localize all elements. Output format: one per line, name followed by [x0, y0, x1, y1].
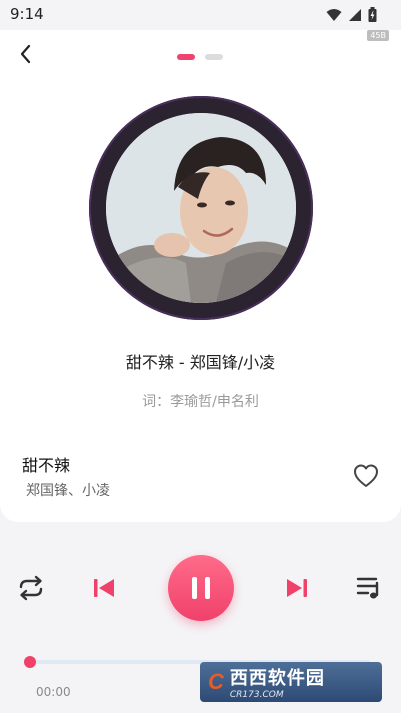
back-button[interactable] — [12, 40, 40, 68]
like-button[interactable] — [352, 462, 380, 490]
status-bar: 9:14 — [0, 0, 401, 30]
song-name: 甜不辣 — [22, 456, 71, 475]
next-button[interactable] — [285, 576, 309, 600]
status-icons — [326, 7, 377, 22]
battery-icon — [368, 7, 377, 22]
page-dot-active[interactable] — [177, 54, 195, 60]
progress-thumb[interactable] — [24, 656, 36, 668]
page-dot-inactive[interactable] — [205, 54, 223, 60]
current-time: 00:00 — [36, 685, 71, 699]
watermark-title: 西西软件园 — [229, 668, 325, 689]
watermark-logo: C — [208, 669, 224, 694]
playlist-button[interactable] — [355, 575, 383, 601]
wifi-icon — [326, 8, 342, 21]
repeat-icon — [19, 575, 43, 601]
song-artists: 郑国锋、小凌 — [26, 483, 110, 499]
lyricist-line: 词：李瑜哲/申名利 — [142, 394, 259, 410]
watermark-subtitle: CR173.COM — [229, 690, 284, 700]
back-arrow-icon — [20, 44, 31, 64]
site-watermark: C 西西软件园 CR173.COM — [200, 662, 382, 702]
skip-next-icon — [287, 579, 307, 597]
album-cover — [106, 113, 296, 303]
now-playing-card: 45B 甜不辣 - 郑国锋/小凌 词：李瑜哲/申名利 甜不辣 郑国锋、小凌 — [0, 30, 401, 522]
status-time: 9:14 — [10, 5, 44, 23]
song-title-line: 甜不辣 - 郑国锋/小凌 — [125, 353, 276, 372]
heart-outline-icon — [354, 464, 378, 487]
page-indicator — [177, 54, 223, 60]
skip-previous-icon — [94, 579, 114, 597]
pause-button[interactable] — [168, 555, 234, 621]
signal-icon — [349, 8, 361, 21]
album-cover-image — [106, 113, 296, 303]
watermark-text: 西西软件园 CR173.COM — [230, 664, 325, 700]
previous-button[interactable] — [92, 576, 116, 600]
network-speed-badge: 45B — [367, 30, 389, 41]
playlist-icon — [356, 577, 379, 599]
playback-controls — [0, 555, 401, 621]
album-disc — [89, 96, 313, 320]
repeat-button[interactable] — [15, 574, 47, 602]
pause-icon — [192, 577, 210, 599]
